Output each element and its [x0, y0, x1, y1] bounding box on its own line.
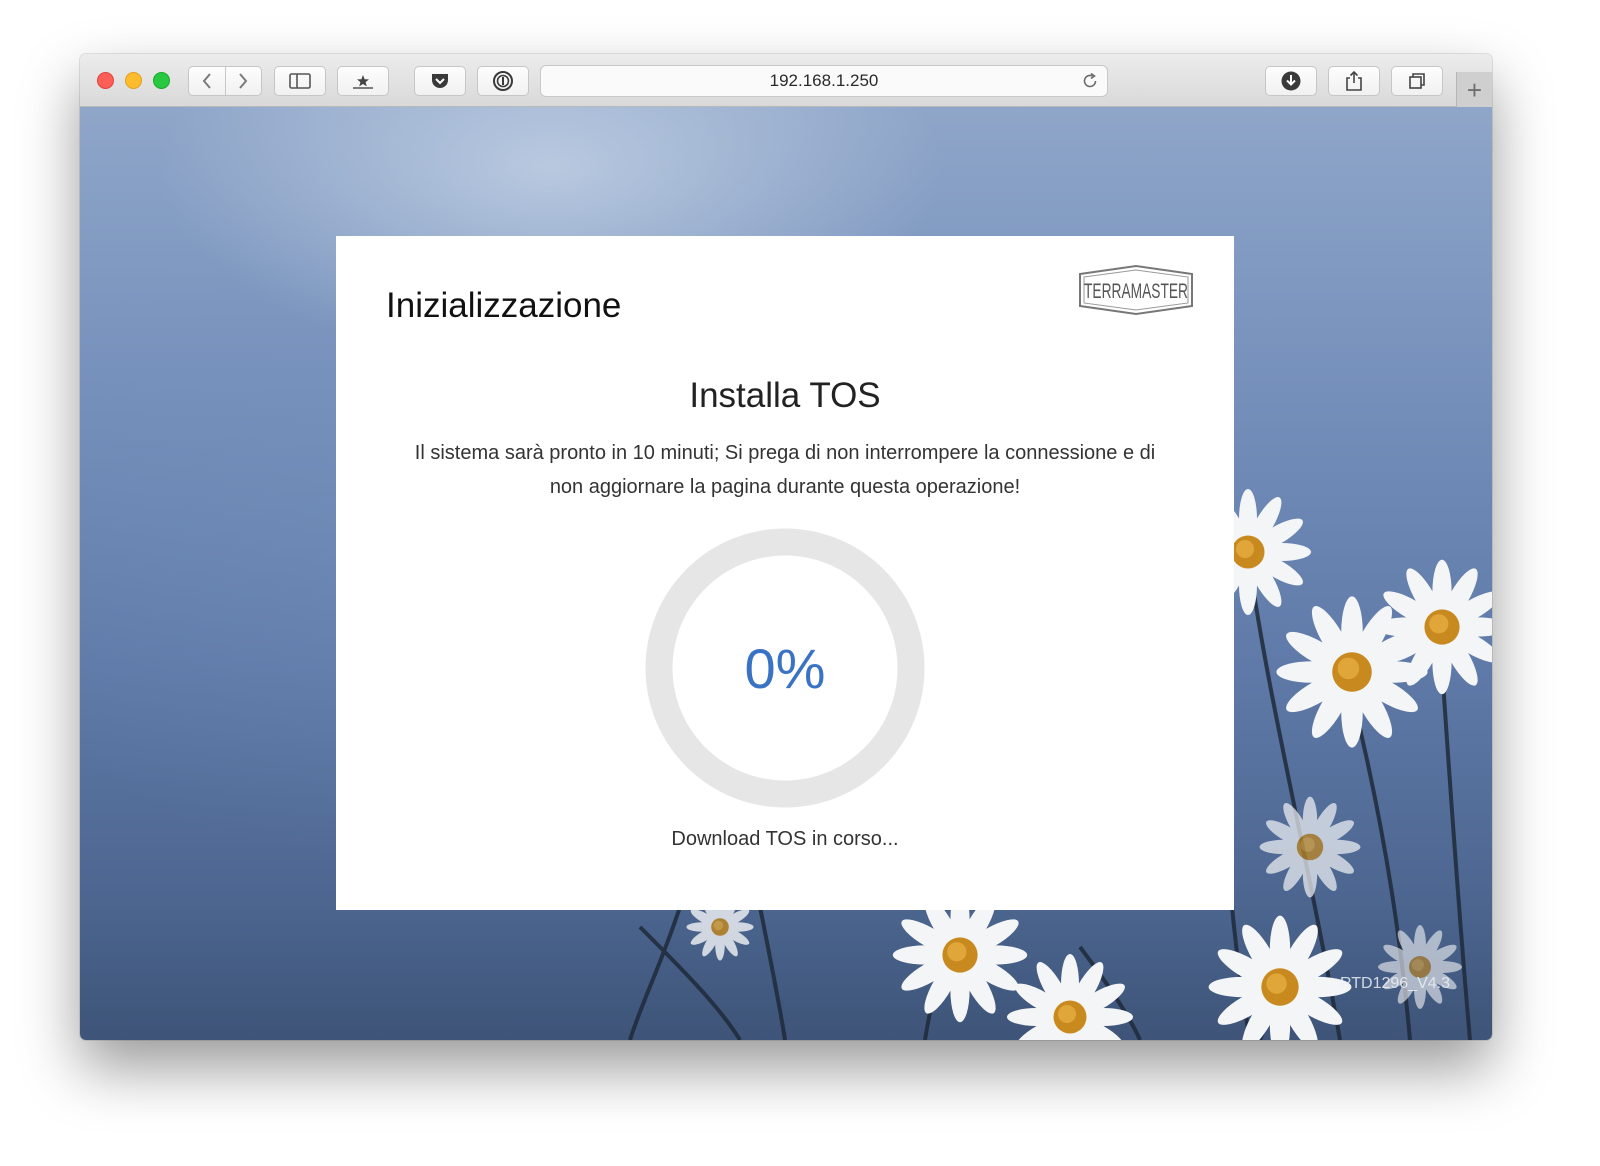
downloads-button[interactable]	[1265, 66, 1317, 96]
share-button[interactable]	[1328, 66, 1380, 96]
firmware-version: RTD1296_V4.3	[1340, 975, 1450, 992]
minimize-window-button[interactable]	[125, 72, 142, 89]
tab-overview-button[interactable]	[1391, 66, 1443, 96]
password-manager-button[interactable]	[477, 66, 529, 96]
pocket-icon	[432, 74, 448, 88]
forward-button[interactable]	[224, 67, 262, 95]
browser-toolbar: 192.168.1.250 +	[80, 54, 1492, 107]
terramaster-logo: TERRAMASTER	[1079, 264, 1193, 316]
bookmarks-button[interactable]	[337, 66, 389, 96]
navigation-buttons	[188, 66, 262, 96]
forward-icon	[239, 73, 248, 89]
page-background: Inizializzazione TERRAMASTER Installa TO…	[80, 107, 1492, 1040]
page-title: Inizializzazione	[386, 286, 622, 325]
password-icon	[493, 71, 513, 91]
sidebar-icon	[289, 73, 311, 89]
address-bar[interactable]: 192.168.1.250	[540, 65, 1108, 97]
sidebar-button[interactable]	[274, 66, 326, 96]
downloads-icon	[1281, 71, 1301, 91]
status-text: Download TOS in corso...	[671, 828, 899, 850]
back-icon	[202, 73, 211, 89]
install-title: Installa TOS	[689, 376, 881, 415]
pocket-button[interactable]	[414, 66, 466, 96]
url-text: 192.168.1.250	[769, 71, 879, 90]
install-description: Il sistema sarà pronto in 10 minuti; Si …	[414, 442, 1156, 498]
initialization-dialog: Inizializzazione TERRAMASTER Installa TO…	[336, 236, 1234, 910]
bookmarks-icon	[353, 75, 373, 89]
share-icon	[1346, 70, 1362, 91]
close-window-button[interactable]	[97, 72, 114, 89]
browser-window: 192.168.1.250 + Inizializzazione TERRAMA…	[80, 54, 1492, 1040]
zoom-window-button[interactable]	[153, 72, 170, 89]
back-button[interactable]	[189, 67, 225, 95]
progress-percent: 0%	[744, 636, 826, 700]
tabs-icon	[1409, 73, 1425, 89]
new-tab-button[interactable]: +	[1456, 72, 1492, 107]
svg-text:TERRAMASTER: TERRAMASTER	[1084, 280, 1188, 303]
reload-icon[interactable]	[1081, 72, 1099, 90]
